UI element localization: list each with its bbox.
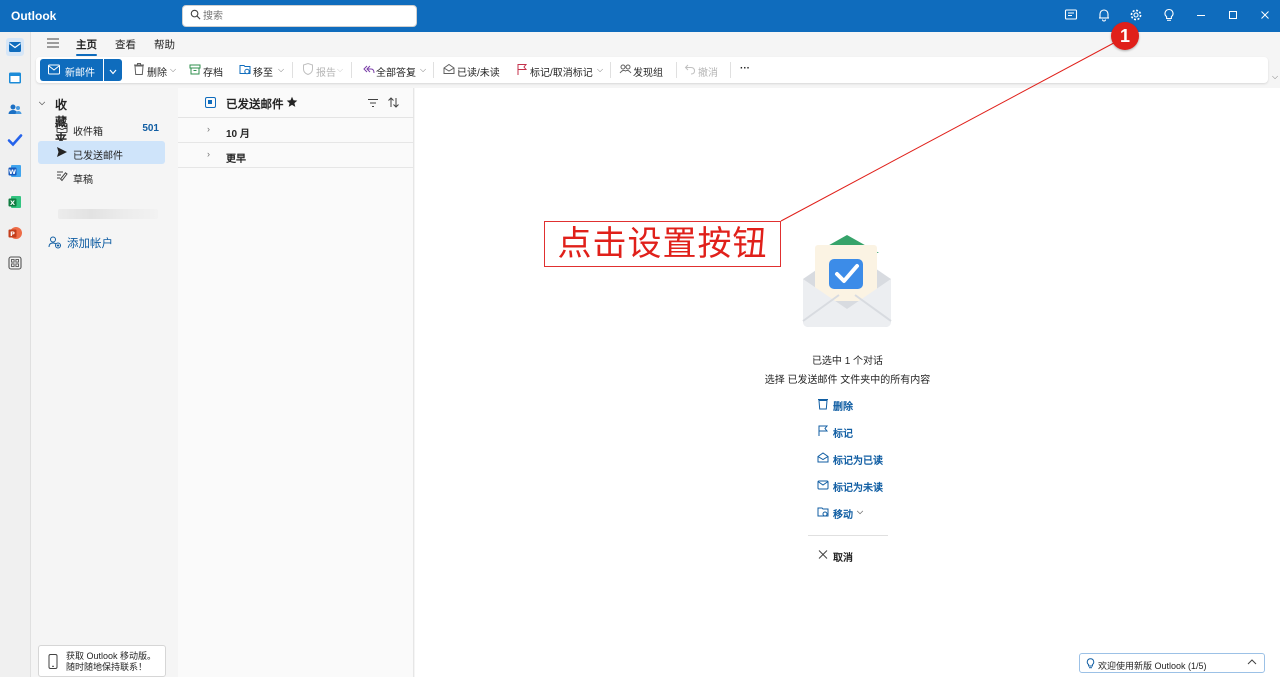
annotation-label: 点击设置按钮 [544, 221, 781, 267]
annotation-pointer-line [780, 36, 1126, 222]
annotation-step-number: 1 [1111, 22, 1139, 50]
